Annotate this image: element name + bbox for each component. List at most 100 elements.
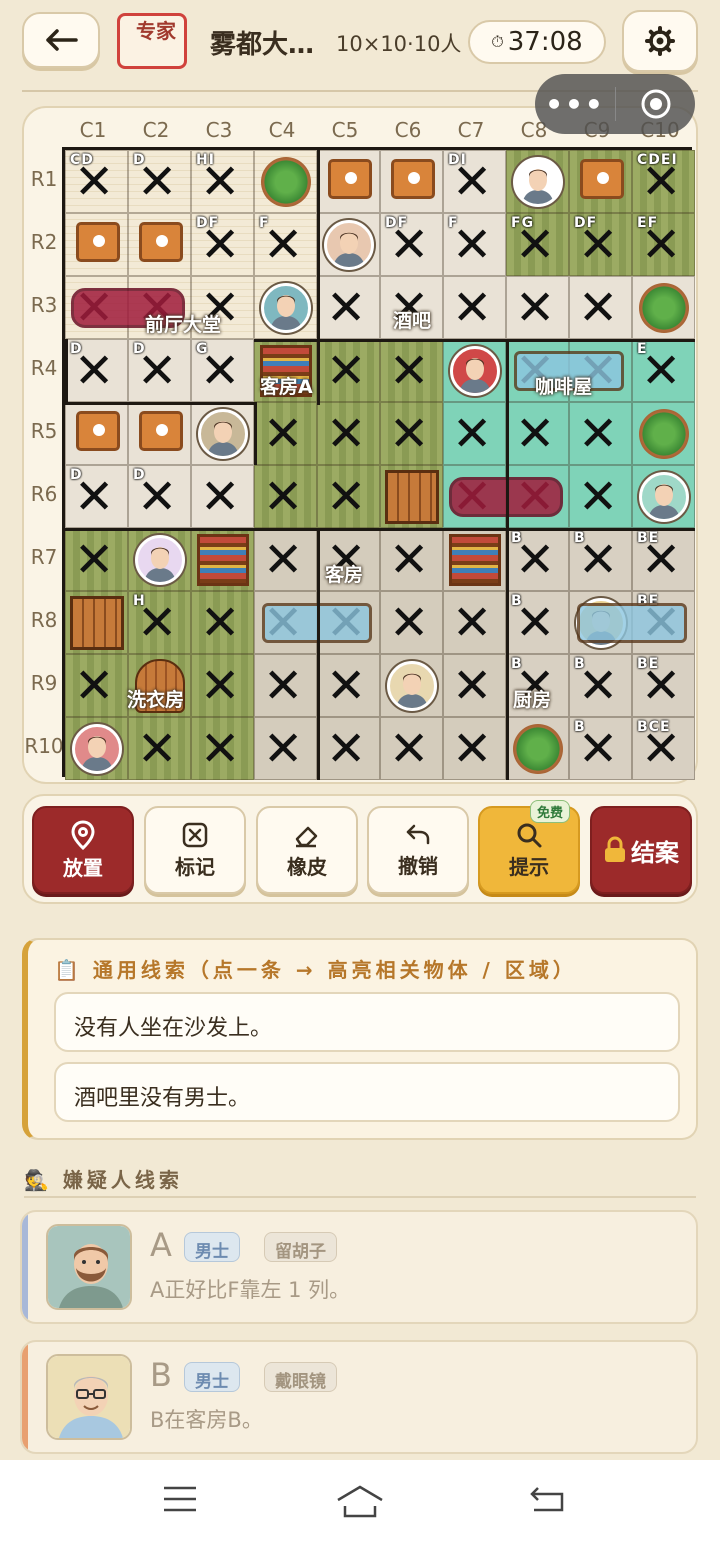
grid-cell[interactable]: ✕ G <box>191 339 254 402</box>
grid-cell[interactable]: ✕ B <box>506 528 569 591</box>
grid-cell[interactable]: ✕ <box>506 402 569 465</box>
grid-cell[interactable]: ✕ <box>65 654 128 717</box>
grid-cell[interactable]: ✕ <box>128 717 191 780</box>
grid-cell[interactable] <box>380 150 443 213</box>
grid-cell[interactable]: ✕ E <box>632 339 695 402</box>
grid-cell[interactable]: ✕ <box>443 276 506 339</box>
suspect-card-a[interactable]: A 男士 留胡子 A正好比F靠左 1 列。 <box>20 1210 698 1324</box>
grid-cell[interactable] <box>254 150 317 213</box>
grid-cell[interactable] <box>191 528 254 591</box>
grid-cell[interactable]: ✕ HI <box>191 150 254 213</box>
grid-cell[interactable]: ✕ <box>317 276 380 339</box>
grid-cell[interactable]: ✕ D <box>128 150 191 213</box>
grid-cell[interactable]: ✕ D <box>128 465 191 528</box>
grid-cell[interactable]: ✕ <box>191 591 254 654</box>
grid-cell[interactable]: ✕ <box>380 402 443 465</box>
grid-cell[interactable]: ✕BE <box>632 654 695 717</box>
grid-cell[interactable]: ✕ <box>569 276 632 339</box>
grid-cell[interactable] <box>65 402 128 465</box>
grid-cell[interactable]: ✕ DF <box>569 213 632 276</box>
eraser-button[interactable]: 橡皮 <box>256 806 358 894</box>
grid-cell[interactable]: ✕ B <box>569 528 632 591</box>
suspect-card-b[interactable]: B 男士 戴眼镜 B在客房B。 <box>20 1340 698 1454</box>
grid-cell[interactable]: ✕ <box>380 717 443 780</box>
grid-cell[interactable]: ✕ <box>65 528 128 591</box>
grid-cell[interactable] <box>65 213 128 276</box>
grid-cell[interactable]: ✕ <box>254 654 317 717</box>
grid-cell[interactable]: ✕ <box>569 402 632 465</box>
grid-cell[interactable] <box>128 402 191 465</box>
grid-cell[interactable] <box>380 465 443 528</box>
grid-cell[interactable] <box>380 654 443 717</box>
close-case-button[interactable]: 结案 <box>590 806 692 894</box>
grid-cell[interactable]: ✕ F <box>254 213 317 276</box>
grid-cell[interactable] <box>569 150 632 213</box>
place-button[interactable]: 放置 <box>32 806 134 894</box>
grid-cell[interactable] <box>128 213 191 276</box>
grid-cell[interactable]: ✕ <box>380 528 443 591</box>
home-icon[interactable] <box>336 1484 384 1518</box>
general-clue-item[interactable]: 没有人坐在沙发上。 <box>54 992 680 1052</box>
grid-cell[interactable]: ✕ <box>191 654 254 717</box>
more-menu-button[interactable]: ••• <box>535 88 615 121</box>
grid-cell[interactable]: ✕ D <box>128 339 191 402</box>
grid-cell[interactable] <box>443 528 506 591</box>
grid-cell[interactable]: ✕BE <box>632 528 695 591</box>
grid-cell[interactable]: ✕ CD <box>65 150 128 213</box>
grid-cell[interactable]: ✕ DF <box>380 213 443 276</box>
grid-cell[interactable]: ✕ H <box>128 591 191 654</box>
grid-cell[interactable]: ✕ <box>443 717 506 780</box>
grid-cell[interactable] <box>506 150 569 213</box>
grid-cell[interactable] <box>632 402 695 465</box>
grid-cell[interactable]: ✕ <box>443 402 506 465</box>
settings-button[interactable] <box>622 10 698 72</box>
grid-cell[interactable] <box>191 402 254 465</box>
grid-cell[interactable]: ✕ F <box>443 213 506 276</box>
grid-cell[interactable]: ✕ BCE <box>632 717 695 780</box>
grid-cell[interactable]: ✕ B <box>569 717 632 780</box>
grid-cell[interactable]: ✕ <box>569 465 632 528</box>
back-icon[interactable] <box>528 1484 570 1514</box>
grid-cell[interactable] <box>632 276 695 339</box>
grid-cell[interactable] <box>254 276 317 339</box>
close-mini-program-button[interactable] <box>616 87 695 121</box>
grid-cell[interactable]: ✕ <box>506 276 569 339</box>
grid-cell[interactable]: ✕ <box>380 591 443 654</box>
grid-cell[interactable]: ✕ <box>317 402 380 465</box>
grid-cell[interactable]: ✕ <box>317 465 380 528</box>
grid-cell[interactable]: ✕ EF <box>632 213 695 276</box>
grid-cell[interactable] <box>65 591 128 654</box>
grid-cell[interactable]: ✕ <box>191 465 254 528</box>
grid-cell[interactable]: ✕ B <box>569 654 632 717</box>
general-clue-item[interactable]: 酒吧里没有男士。 <box>54 1062 680 1122</box>
mark-button[interactable]: 标记 <box>144 806 246 894</box>
grid-cell[interactable]: ✕ DI <box>443 150 506 213</box>
grid-cell[interactable]: ✕ <box>317 339 380 402</box>
hint-button[interactable]: 免费 提示 <box>478 800 580 894</box>
grid-cell[interactable] <box>317 150 380 213</box>
grid-cell[interactable]: ✕ <box>254 465 317 528</box>
grid-cell[interactable] <box>128 528 191 591</box>
grid-cell[interactable]: ✕ FG <box>506 213 569 276</box>
grid-cell[interactable]: ✕ <box>317 717 380 780</box>
grid-cell[interactable] <box>65 717 128 780</box>
grid-cell[interactable]: ✕ D <box>65 465 128 528</box>
menu-icon[interactable] <box>162 1484 198 1514</box>
grid-cell[interactable]: ✕ <box>254 717 317 780</box>
grid-cell[interactable]: ✕ <box>443 654 506 717</box>
grid-cell[interactable]: ✕ <box>380 339 443 402</box>
grid-cell[interactable]: ✕ <box>254 528 317 591</box>
grid-cell[interactable]: ✕ D <box>65 339 128 402</box>
undo-button[interactable]: 撤销 <box>367 806 469 894</box>
grid-cell[interactable] <box>443 339 506 402</box>
grid-cell[interactable]: ✕ B <box>506 591 569 654</box>
back-button[interactable] <box>22 12 100 68</box>
grid-cell[interactable]: ✕ <box>254 402 317 465</box>
grid-cell[interactable]: ✕ DF <box>191 213 254 276</box>
grid-cell[interactable] <box>632 465 695 528</box>
grid-cell[interactable]: ✕ <box>317 654 380 717</box>
grid-cell[interactable] <box>317 213 380 276</box>
grid-cell[interactable]: ✕ <box>443 591 506 654</box>
grid-cell[interactable]: ✕ CDEI <box>632 150 695 213</box>
grid-cell[interactable]: ✕ <box>191 717 254 780</box>
